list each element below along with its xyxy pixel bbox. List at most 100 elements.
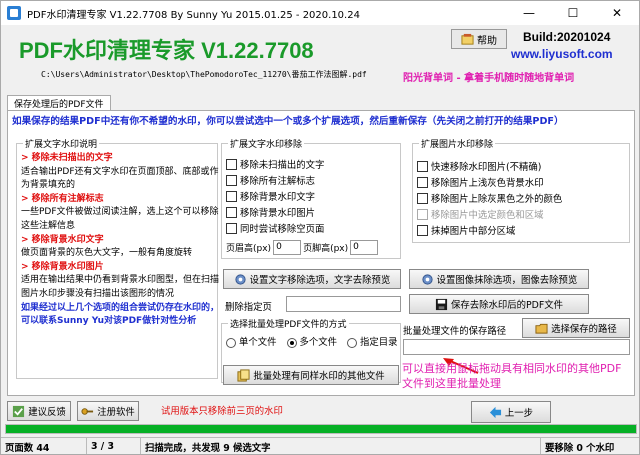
text-option-checkbox[interactable]: 移除所有注解标志 (226, 172, 324, 188)
image-options-group: 扩展图片水印移除 快速移除水印图片(不精确) 移除图片上浅灰色背景水印 移除图片上除… (412, 137, 630, 243)
radio-directory[interactable]: 指定目录 (347, 334, 398, 348)
status-remove-count: 要移除 0 个水印 (545, 442, 615, 454)
explain-heading: > 移除背景水印图片 (21, 261, 104, 272)
header-height-input[interactable]: 0 (273, 239, 302, 255)
text-option-checkbox[interactable]: 移除背景水印图片 (226, 204, 324, 220)
register-label: 注册软件 (97, 407, 135, 418)
checkbox-box (226, 206, 237, 218)
folder-icon (535, 323, 548, 334)
save-pdf-button[interactable]: 保存去除水印后的PDF文件 (409, 294, 589, 314)
checkbox-box (417, 224, 428, 236)
website-link[interactable]: www.liyusoft.com (511, 47, 613, 61)
checkbox-box (226, 190, 237, 202)
checkbox-box (226, 174, 237, 186)
image-option-checkbox[interactable]: 移除图片上浅灰色背景水印 (417, 174, 562, 190)
explain-heading: > 移除所有注解标志 (21, 193, 104, 204)
radio-indicator (286, 337, 297, 348)
text-option-checkbox[interactable]: 同时尝试移除空页面 (226, 220, 324, 236)
explain-paragraph: 如果经过以上几个选项的组合尝试仍存在水印的，可以联系Sunny Yu对该PDF做… (21, 302, 219, 327)
prev-step-button[interactable]: 上一步 (471, 401, 551, 423)
text-options-group: 扩展文字水印移除 移除未扫描出的文字 移除所有注解标志 移除背景水印文字 移除背景水印… (221, 137, 401, 259)
radio-indicator (347, 337, 358, 348)
maximize-button[interactable]: ☐ (551, 1, 595, 25)
feedback-label: 建议反馈 (28, 407, 66, 418)
key-icon (81, 407, 94, 415)
trial-notice: 试用版本只移除前三页的水印 (161, 406, 283, 417)
text-option-checkbox[interactable]: 移除背景水印文字 (226, 188, 324, 204)
explain-group: 扩展文字水印说明 > 移除未扫描出的文字 适合输出PDF还有文字水印在页面顶部、… (16, 137, 219, 379)
checkbox-label: 快速移除水印图片(不精确) (431, 162, 542, 173)
footer-height-label: 页脚高(px) (303, 243, 349, 254)
minimize-button[interactable]: — (507, 1, 551, 25)
checkbox-label: 移除未扫描出的文字 (240, 160, 325, 171)
choose-path-label: 选择保存的路径 (551, 324, 617, 335)
explain-heading: > 移除背景水印文字 (21, 234, 104, 245)
arrow-left-icon (489, 406, 501, 418)
footer-height-input[interactable]: 0 (350, 239, 379, 255)
apply-text-label: 设置文字移除选项，文字去除预览 (249, 275, 391, 286)
tab-save[interactable]: 保存处理后的PDF文件 (7, 95, 111, 111)
radio-single-file[interactable]: 单个文件 (226, 334, 277, 348)
checkbox-label: 移除背景水印文字 (240, 192, 316, 203)
help-button[interactable]: 帮助 (451, 29, 507, 49)
file-path: C:\Users\Administrator\Desktop\ThePomodo… (41, 70, 367, 79)
close-button[interactable]: ✕ (595, 1, 639, 25)
gear-icon (422, 273, 433, 285)
choose-path-button[interactable]: 选择保存的路径 (522, 318, 630, 338)
save-pdf-label: 保存去除水印后的PDF文件 (450, 300, 564, 311)
image-option-checkbox[interactable]: 移除图片上除灰黑色之外的颜色 (417, 190, 562, 206)
checkbox-label: 移除图片上浅灰色背景水印 (431, 178, 544, 189)
delete-pages-input[interactable] (286, 296, 401, 312)
window-controls: — ☐ ✕ (507, 1, 639, 25)
batch-process-button[interactable]: 批量处理有同样水印的其他文件 (223, 365, 399, 385)
text-option-checkbox[interactable]: 移除未扫描出的文字 (226, 156, 324, 172)
explain-paragraph: 适用在输出结果中仍看到背景水印图型，但在扫描图片水印步骤没有扫描出该图形的情况 (21, 275, 219, 299)
checkbox-box (417, 176, 428, 188)
checkbox-label: 同时尝试移除空页面 (240, 224, 325, 235)
feedback-button[interactable]: 建议反馈 (7, 401, 71, 421)
image-options-title: 扩展图片水印移除 (419, 137, 496, 150)
explain-paragraph: 适合输出PDF还有文字水印在页面顶部、底部或作为背景填充的 (21, 166, 219, 191)
checkbox-box (417, 160, 428, 172)
image-option-checkbox: 移除图片中选定颜色和区域 (417, 206, 562, 222)
status-message: 扫描完成，共发现 9 候选文字 (141, 437, 541, 454)
header-height-label: 页眉高(px) (226, 243, 272, 254)
radio-multi-label: 多个文件 (299, 337, 338, 348)
apply-image-button[interactable]: 设置图像抹除选项，图像去除预览 (409, 269, 589, 289)
promo-link[interactable]: 阳光背单词 - 拿着手机随时随地背单词 (403, 69, 574, 84)
progress-fill (6, 425, 636, 433)
checkbox-label: 移除图片中选定颜色和区域 (431, 210, 544, 221)
explain-heading: > 移除未扫描出的文字 (21, 153, 113, 163)
explain-paragraph: 一些PDF文件被做过阅读注解，选上这个可以移除这些注解信息 (21, 207, 219, 231)
app-icon (7, 6, 21, 20)
text-options-title: 扩展文字水印移除 (228, 137, 305, 150)
status-pages: 页面数 44 (1, 437, 87, 454)
radio-indicator (226, 337, 236, 348)
batch-title: 选择批量处理PDF文件的方式 (228, 317, 349, 330)
status-ratio: 3 / 3 (87, 437, 141, 454)
radio-multi-file[interactable]: 多个文件 (286, 334, 338, 348)
floppy-disk-icon (435, 298, 448, 310)
radio-single-label: 单个文件 (239, 337, 277, 348)
prev-step-label: 上一步 (504, 408, 534, 419)
batch-process-label: 批量处理有同样水印的其他文件 (253, 371, 385, 382)
checkbox-box (226, 158, 237, 170)
explain-paragraph: 做页面背景的灰色大文字，一般有角度旋转 (21, 248, 193, 259)
progress-bar (5, 424, 637, 434)
image-option-checkbox[interactable]: 抹掉图片中部分区域 (417, 222, 562, 238)
checkbox-label: 移除所有注解标志 (240, 176, 316, 187)
save-panel: 如果保存的结果PDF中还有你不希望的水印，你可以尝试选中一个或多个扩展选项，然后… (7, 110, 635, 396)
apply-text-button[interactable]: 设置文字移除选项，文字去除预览 (223, 269, 401, 289)
register-button[interactable]: 注册软件 (77, 401, 139, 421)
app-title: PDF水印清理专家 V1.22.7708 (19, 38, 314, 63)
checkbox-label: 抹掉图片中部分区域 (431, 226, 516, 237)
main-window: PDF水印清理专家 V1.22.7708 By Sunny Yu 2015.01… (0, 0, 640, 455)
radio-dir-label: 指定目录 (360, 337, 398, 348)
save-path-input[interactable] (403, 339, 630, 355)
gear-icon (235, 273, 246, 285)
document-stack-icon (237, 368, 250, 382)
tab-bar: 保存处理后的PDF文件 (7, 95, 111, 111)
build-label: Build:20201024 (523, 30, 611, 44)
image-option-checkbox[interactable]: 快速移除水印图片(不精确) (417, 158, 562, 174)
check-icon (13, 405, 25, 417)
